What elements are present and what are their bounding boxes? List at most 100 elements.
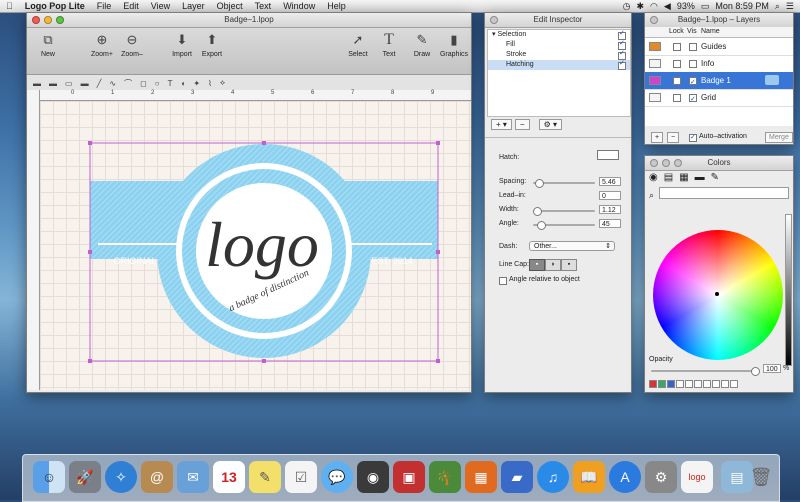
image-palettes-tab-icon[interactable]: ▬ (695, 172, 705, 183)
colors-zoom-button[interactable] (674, 159, 682, 167)
notification-center-icon[interactable]: ☰ (786, 1, 794, 12)
keynote-icon[interactable]: ▰ (501, 461, 533, 493)
color-wheel[interactable] (653, 230, 783, 360)
tree-item-stroke[interactable]: Stroke (488, 49, 630, 60)
layer-color-swatch[interactable] (649, 59, 661, 68)
remove-item-button[interactable]: − (514, 119, 530, 130)
color-palettes-tab-icon[interactable]: ▦ (679, 172, 688, 183)
pill-tool-icon[interactable]: ▬ (81, 79, 89, 88)
swatch[interactable] (667, 380, 675, 388)
clock-status-icon[interactable]: ◷ (623, 1, 631, 12)
linecap-butt-button[interactable]: ▪ (529, 259, 545, 271)
angle-slider-knob[interactable] (537, 221, 546, 230)
app-menu[interactable]: Logo Pop Lite (19, 1, 91, 11)
crayons-tab-icon[interactable]: ✎ (711, 172, 719, 183)
photo-booth-icon[interactable]: ▣ (393, 461, 425, 493)
safari-icon[interactable]: ✧ (105, 461, 137, 493)
zoom-out-button[interactable]: ⊖ Zoom– (117, 32, 147, 58)
menu-view[interactable]: View (145, 1, 176, 11)
auto-activation-checkbox[interactable] (689, 131, 697, 144)
arc-tool-icon[interactable]: ⌒ (124, 78, 132, 89)
launchpad-icon[interactable]: 🚀 (69, 461, 101, 493)
layer-color-swatch[interactable] (649, 42, 661, 51)
zoom-in-button[interactable]: ⊕ Zoom+ (87, 32, 117, 58)
swatch[interactable] (658, 380, 666, 388)
rounded-rect-tool-icon[interactable]: ▬ (49, 79, 57, 88)
preferences-icon[interactable]: ⚙ (645, 461, 677, 493)
export-button[interactable]: ⬆ Export (197, 32, 227, 58)
layer-row-badge-1[interactable]: Badge 1 (645, 72, 793, 91)
square-tool-icon[interactable]: ◻ (140, 79, 147, 88)
menu-object[interactable]: Object (211, 1, 249, 11)
menu-window[interactable]: Window (277, 1, 321, 11)
merge-button[interactable]: Merge (765, 132, 793, 143)
color-wheel-cursor[interactable] (715, 292, 719, 296)
layer-visible-checkbox[interactable] (689, 91, 697, 108)
spacing-slider-knob[interactable] (535, 179, 544, 188)
bezier-tool-icon[interactable]: ∿ (109, 79, 116, 88)
vis-column-header[interactable]: Vis (687, 27, 697, 37)
draw-tool-button[interactable]: ✎ Draw (407, 32, 437, 58)
layers-titlebar[interactable]: Badge–1.lpop – Layers (645, 13, 793, 28)
clock[interactable]: Mon 8:59 PM (715, 1, 769, 11)
layer-lock-checkbox[interactable] (673, 94, 681, 102)
brightness-slider[interactable] (785, 214, 792, 366)
remove-layer-button[interactable]: − (667, 132, 680, 143)
layer-name[interactable]: Guides (701, 38, 726, 55)
rectangle-tool-icon[interactable]: ▬ (33, 79, 41, 88)
layer-color-swatch[interactable] (649, 93, 661, 102)
linecap-square-button[interactable]: ▪ (561, 259, 577, 271)
dash-popup[interactable]: Other... ⇕ (529, 241, 615, 251)
layer-name[interactable]: Grid (701, 89, 716, 106)
new-button[interactable]: ⧉ New (33, 32, 63, 58)
battery-icon[interactable]: ▭ (701, 1, 710, 12)
layer-visible-checkbox[interactable] (689, 74, 697, 91)
spacing-slider[interactable] (533, 179, 595, 188)
color-search-field[interactable] (659, 187, 789, 199)
badge-artwork[interactable]: ORIGINAL EST. 2014 logo a badge of disti… (40, 101, 472, 390)
layer-lock-checkbox[interactable] (673, 43, 681, 51)
colors-close-button[interactable] (650, 159, 658, 167)
hatching-checkbox[interactable] (618, 59, 626, 70)
path-tool-icon[interactable]: ⌇ (208, 79, 212, 88)
layer-visible-checkbox[interactable] (689, 43, 697, 51)
tree-item-hatching[interactable]: Hatching (488, 59, 630, 70)
colors-minimize-button[interactable] (662, 159, 670, 167)
color-wheel-tab-icon[interactable]: ◉ (649, 172, 658, 183)
swatch[interactable] (730, 380, 738, 388)
wifi-icon[interactable]: ◠ (650, 1, 658, 12)
hatch-color-well[interactable] (597, 150, 619, 160)
tree-item-selection[interactable]: ▾ Selection (488, 29, 630, 40)
color-sliders-tab-icon[interactable]: ▤ (664, 172, 673, 183)
contacts-icon[interactable]: @ (141, 461, 173, 493)
ibooks-icon[interactable]: 📖 (573, 461, 605, 493)
logo-pop-icon[interactable]: logo (681, 461, 713, 493)
add-layer-button[interactable]: + (651, 132, 664, 143)
leadin-field[interactable]: 0 (599, 191, 621, 200)
speech-tool-icon[interactable]: ◖ (180, 79, 185, 88)
ribbon-left-text[interactable]: ORIGINAL (113, 256, 156, 266)
text-tool-button[interactable]: T Text (374, 32, 404, 59)
inspector-titlebar[interactable]: Edit Inspector (485, 13, 631, 28)
layers-close-button[interactable] (650, 16, 658, 24)
layer-visible-checkbox[interactable] (689, 60, 697, 68)
iphoto-icon[interactable]: 🌴 (429, 461, 461, 493)
select-tool-button[interactable]: ➚ Select (343, 32, 373, 58)
layer-row-info[interactable]: Info (645, 55, 793, 73)
close-button[interactable] (32, 16, 40, 24)
facetime-icon[interactable]: ◉ (357, 461, 389, 493)
layer-name[interactable]: Badge 1 (701, 72, 731, 89)
spacing-field[interactable]: 5.46 (599, 177, 621, 186)
import-button[interactable]: ⬇ Import (167, 32, 197, 58)
zoom-button[interactable] (56, 16, 64, 24)
graphics-button[interactable]: ▮ Graphics (439, 32, 469, 58)
reminders-icon[interactable]: ☑ (285, 461, 317, 493)
line-tool-icon[interactable]: ╱ (97, 79, 102, 88)
menu-text[interactable]: Text (249, 1, 278, 11)
swatch[interactable] (694, 380, 702, 388)
document-titlebar[interactable]: Badge–1.lpop (27, 13, 471, 28)
angle-field[interactable]: 45 (599, 219, 621, 228)
opacity-field[interactable]: 100 (763, 364, 781, 373)
itunes-icon[interactable]: ▦ (465, 461, 497, 493)
swatch[interactable] (676, 380, 684, 388)
